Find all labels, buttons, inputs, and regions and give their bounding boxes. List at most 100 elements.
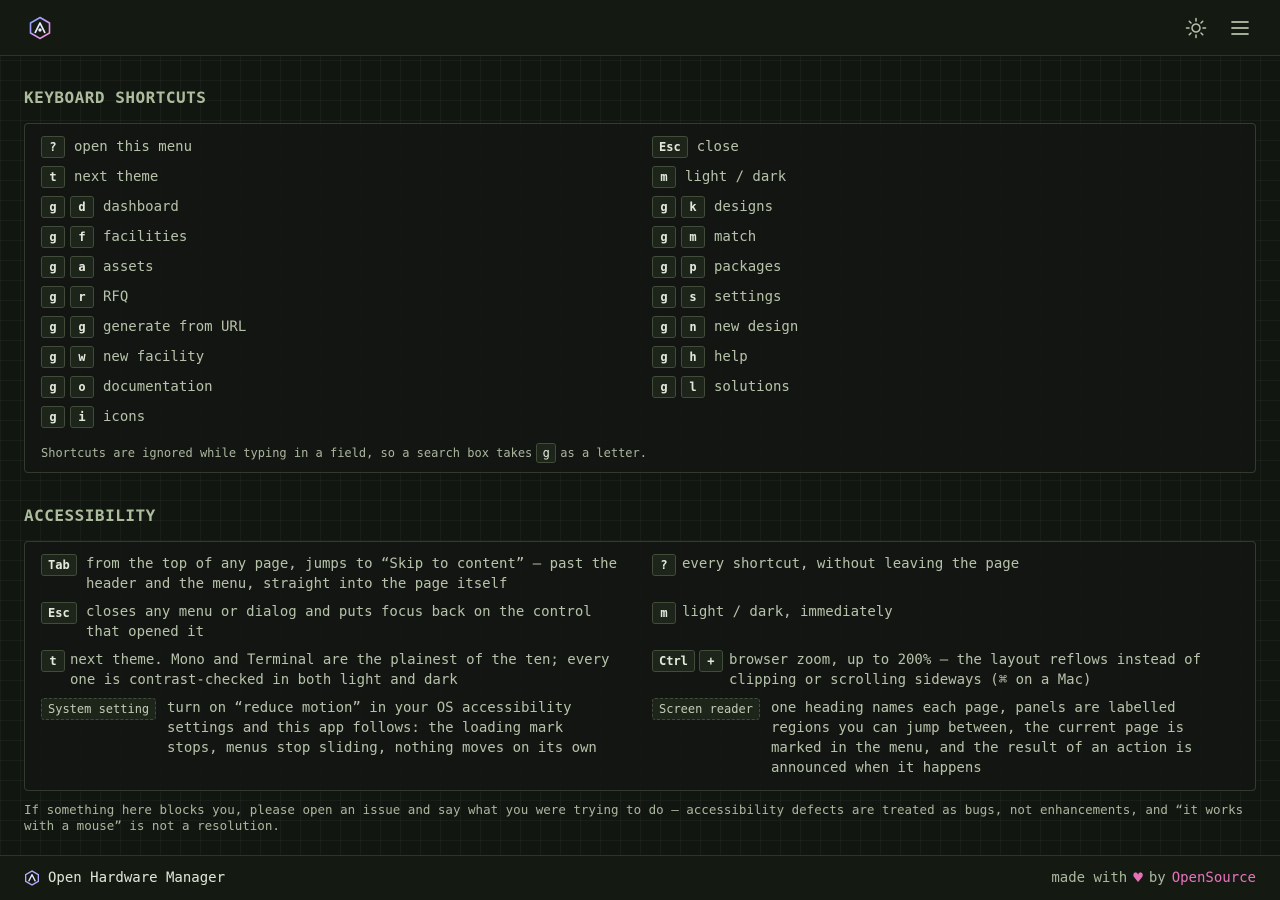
shortcut-row: g l solutions — [652, 372, 798, 402]
a11y-desc: closes any menu or dialog and puts focus… — [86, 604, 592, 640]
heart-icon: ♥ — [1133, 868, 1143, 887]
a11y-item-esc: Esc closes any menu or dialog and puts f… — [41, 602, 621, 642]
shortcut-row: g n new design — [652, 312, 798, 342]
key-cap: g — [70, 316, 94, 338]
key-cap: g — [41, 316, 65, 338]
shortcuts-title: KEYBOARD SHORTCUTS — [24, 88, 207, 107]
a11y-desc: light / dark, immediately — [682, 604, 893, 620]
key-cap: g — [652, 226, 676, 248]
key-cap: m — [681, 226, 705, 248]
key-cap: l — [681, 376, 705, 398]
key-cap: g — [652, 256, 676, 278]
key-cap: o — [70, 376, 94, 398]
key-group: Tab — [41, 554, 86, 576]
note-text-after: as a letter. — [560, 446, 647, 460]
shortcut-row: g p packages — [652, 252, 798, 282]
shortcut-label: generate from URL — [103, 319, 247, 335]
a11y-item-tab: Tab from the top of any page, jumps to “… — [41, 554, 621, 594]
key-group: Esc — [41, 602, 86, 624]
key-cap: Screen reader — [652, 698, 760, 720]
shortcut-row: m light / dark — [652, 162, 798, 192]
shortcut-label: icons — [103, 409, 146, 425]
key-cap: g — [652, 316, 676, 338]
key-group: t — [41, 650, 70, 672]
key-cap: g — [41, 196, 65, 218]
key-cap: + — [698, 650, 723, 672]
opensource-link[interactable]: OpenSource — [1172, 870, 1256, 886]
shortcut-label: documentation — [103, 379, 213, 395]
shortcuts-right-column: Esc close m light / dark g k designs g m match g p p… — [652, 132, 798, 402]
key-cap: ? — [41, 136, 65, 158]
a11y-item-zoom: Ctrl + browser zoom, up to 200% — the lay… — [652, 650, 1242, 690]
key-group: Ctrl + — [652, 650, 729, 672]
shortcut-label: close — [696, 139, 739, 155]
key-cap: i — [70, 406, 94, 428]
key-group: m — [652, 602, 682, 624]
hexagon-logo-icon — [25, 870, 39, 886]
key-cap: m — [652, 602, 676, 624]
key-cap: p — [681, 256, 705, 278]
a11y-desc: every shortcut, without leaving the page — [682, 556, 1020, 572]
shortcut-label: settings — [714, 289, 782, 305]
hamburger-menu-icon[interactable] — [1228, 16, 1252, 40]
key-cap: f — [70, 226, 94, 248]
shortcut-label: match — [714, 229, 757, 245]
hexagon-logo-icon[interactable] — [28, 16, 52, 40]
accessibility-title: ACCESSIBILITY — [24, 506, 156, 525]
key-cap: m — [652, 166, 676, 188]
key-cap: g — [652, 376, 676, 398]
shortcut-row: g g generate from URL — [41, 312, 246, 342]
key-cap: g — [41, 256, 65, 278]
key-cap: t — [41, 650, 65, 672]
top-bar — [0, 0, 1280, 56]
shortcut-row: g r RFQ — [41, 282, 246, 312]
shortcut-label: packages — [714, 259, 782, 275]
shortcut-label: assets — [103, 259, 154, 275]
key-cap: g — [652, 346, 676, 368]
shortcut-label: light / dark — [685, 169, 787, 185]
shortcut-label: help — [714, 349, 748, 365]
shortcut-row: g m match — [652, 222, 798, 252]
shortcut-label: designs — [714, 199, 774, 215]
shortcut-row: g w new facility — [41, 342, 246, 372]
a11y-item-theme: t next theme. Mono and Terminal are the … — [41, 650, 636, 690]
shortcut-label: next theme — [74, 169, 159, 185]
key-cap: Esc — [41, 602, 77, 624]
footer-app-name: Open Hardware Manager — [48, 870, 226, 886]
shortcut-row: g h help — [652, 342, 798, 372]
a11y-item-help: ? every shortcut, without leaving the pa… — [652, 554, 1242, 576]
key-cap: k — [681, 196, 705, 218]
shortcut-label: new facility — [103, 349, 205, 365]
key-cap: w — [70, 346, 94, 368]
key-cap: g — [652, 286, 676, 308]
shortcuts-left-column: ? open this menu t next theme g d dashboard g f f… — [41, 132, 246, 432]
sun-icon[interactable] — [1184, 16, 1208, 40]
shortcut-row: Esc close — [652, 132, 798, 162]
key-cap: g — [41, 406, 65, 428]
made-with-text: made with — [1051, 870, 1128, 886]
shortcut-label: RFQ — [103, 289, 129, 305]
a11y-item-motion: System setting turn on “reduce motion” i… — [41, 698, 636, 758]
key-cap: n — [681, 316, 705, 338]
key-cap: a — [70, 256, 94, 278]
key-cap: s — [681, 286, 705, 308]
key-cap: t — [41, 166, 65, 188]
key-cap: g — [41, 376, 65, 398]
shortcut-label: solutions — [714, 379, 790, 395]
a11y-item-reader: Screen reader one heading names each pag… — [652, 698, 1242, 778]
key-cap: g — [41, 346, 65, 368]
key-group: ? — [652, 554, 682, 576]
shortcut-row: g i icons — [41, 402, 246, 432]
key-cap: g — [41, 226, 65, 248]
a11y-desc: one heading names each page, panels are … — [771, 700, 1193, 776]
key-group: Screen reader — [652, 698, 771, 720]
a11y-item-mode: m light / dark, immediately — [652, 602, 1242, 624]
key-cap: Ctrl — [652, 650, 695, 672]
shortcut-row: g o documentation — [41, 372, 246, 402]
footer-credit: made with ♥ by OpenSource — [1051, 868, 1256, 887]
key-cap: h — [681, 346, 705, 368]
shortcut-row: g d dashboard — [41, 192, 246, 222]
footer: Open Hardware Manager made with ♥ by Ope… — [0, 855, 1280, 900]
key-cap: Esc — [652, 136, 688, 158]
key-cap: r — [70, 286, 94, 308]
